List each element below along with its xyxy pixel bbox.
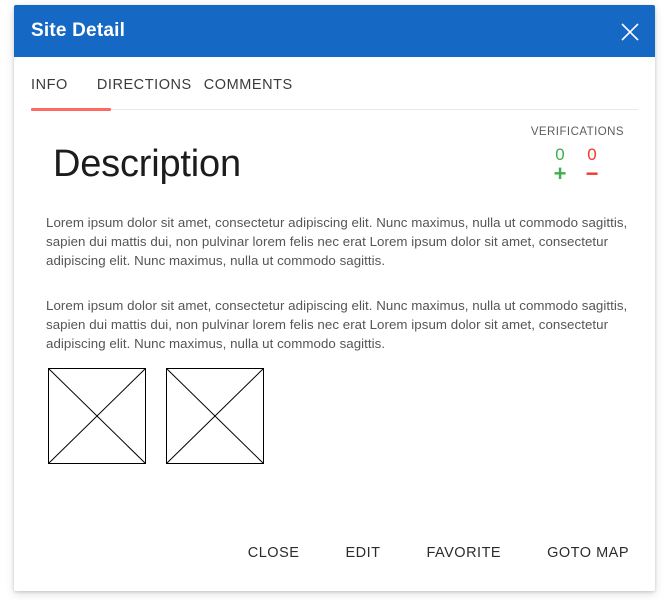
info-panel: VERIFICATIONS 0 + 0 − Description Lorem …: [14, 113, 655, 591]
verifications-label: VERIFICATIONS: [530, 126, 624, 138]
close-action-button[interactable]: CLOSE: [248, 539, 300, 567]
verification-down-group: 0 −: [576, 145, 608, 185]
screen-root: Site Detail INFO DIRECTIONS COMMENTS VER…: [0, 0, 668, 600]
tab-active-indicator: [31, 108, 111, 111]
close-icon: [621, 23, 639, 41]
verification-up-group: 0 +: [544, 145, 576, 185]
tab-comments[interactable]: COMMENTS: [204, 77, 293, 93]
tab-info[interactable]: INFO: [31, 77, 68, 93]
tab-directions[interactable]: DIRECTIONS: [97, 77, 192, 93]
dialog-title: Site Detail: [31, 20, 126, 41]
verification-up-button[interactable]: +: [544, 163, 576, 185]
page-title: Description: [53, 143, 241, 185]
thumbnail-list: [48, 368, 264, 464]
verification-down-button[interactable]: −: [576, 163, 608, 185]
image-placeholder-2[interactable]: [166, 368, 264, 464]
image-placeholder-1[interactable]: [48, 368, 146, 464]
edit-action-button[interactable]: EDIT: [345, 539, 380, 567]
close-button[interactable]: [613, 15, 647, 49]
description-paragraph-2: Lorem ipsum dolor sit amet, consectetur …: [46, 298, 628, 352]
tab-bar: INFO DIRECTIONS COMMENTS: [14, 57, 655, 113]
site-detail-dialog: Site Detail INFO DIRECTIONS COMMENTS VER…: [14, 5, 655, 591]
goto-map-action-button[interactable]: GOTO MAP: [547, 539, 629, 567]
tabs-row: INFO DIRECTIONS COMMENTS: [31, 77, 293, 93]
dialog-titlebar: Site Detail: [14, 5, 655, 57]
verifications-counts: 0 + 0 −: [488, 145, 624, 185]
favorite-action-button[interactable]: FAVORITE: [426, 539, 501, 567]
description-paragraph-1: Lorem ipsum dolor sit amet, consectetur …: [46, 215, 628, 269]
dialog-actions: CLOSE EDIT FAVORITE GOTO MAP: [14, 539, 655, 567]
image-placeholder-icon: [166, 368, 264, 464]
verifications-block: VERIFICATIONS 0 + 0 −: [488, 125, 624, 185]
tab-divider: [31, 109, 638, 110]
image-placeholder-icon: [48, 368, 146, 464]
